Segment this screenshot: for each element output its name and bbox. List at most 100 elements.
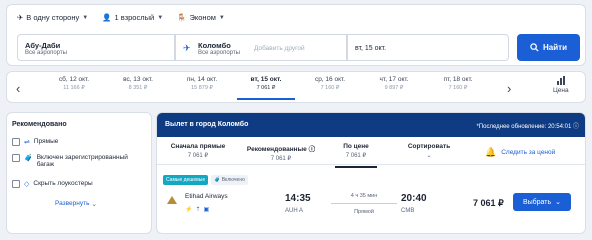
sort-label: Рекомендованные bbox=[246, 146, 307, 153]
luggage-icon: 🧳 bbox=[24, 155, 33, 162]
tag-icon: ◇ bbox=[24, 181, 30, 188]
passengers-select[interactable]: 👤 1 взрослый ▼ bbox=[102, 13, 163, 22]
date-option-selected[interactable]: вт, 15 окт. 7 061 ₽ bbox=[237, 76, 295, 100]
filter-hide-lowcost[interactable]: ◇ Скрыть лоукостеры bbox=[12, 180, 93, 188]
to-airports: Все аэропорты bbox=[198, 50, 240, 56]
plane-arrival-icon: ✈ bbox=[183, 43, 191, 53]
price-chart-button[interactable]: Цена bbox=[553, 76, 569, 94]
expand-label: Развернуть bbox=[55, 200, 90, 207]
chevron-right-icon[interactable]: › bbox=[507, 81, 511, 96]
power-icon: ⚡ bbox=[185, 207, 193, 213]
included-badge: 🧳 Включено bbox=[211, 175, 248, 185]
flight-price: 7 061 ₽ bbox=[473, 198, 504, 208]
filter-hide-lowcost-label: Скрыть лоукостеры bbox=[33, 180, 93, 187]
date-price: 8 351 ₽ bbox=[128, 85, 148, 91]
search-panel: ✈ В одну сторону ▼ 👤 1 взрослый ▼ 🪑 Экон… bbox=[6, 4, 586, 66]
select-label: Выбрать bbox=[522, 198, 552, 206]
result-tags: Самые дешевые 🧳 Включено bbox=[163, 175, 248, 185]
route-line bbox=[331, 203, 397, 204]
seat-icon: 🪑 bbox=[177, 13, 187, 22]
luggage-icon: 🧳 bbox=[214, 177, 221, 183]
info-icon: ⓘ bbox=[572, 124, 579, 130]
track-price-label: Следить за ценой bbox=[501, 149, 556, 156]
sort-direct-first[interactable]: Сначала прямые 7 061 ₽ bbox=[165, 143, 231, 159]
date-option[interactable]: пт, 18 окт. 7 160 ₽ bbox=[429, 76, 487, 91]
date-field[interactable]: вт, 15 окт. bbox=[347, 34, 509, 61]
chevron-down-icon: ▼ bbox=[157, 14, 164, 21]
bar-chart-icon bbox=[556, 76, 565, 85]
sort-menu[interactable]: Сортировать ⌄ bbox=[401, 143, 457, 159]
to-city: Коломбо bbox=[198, 41, 231, 50]
included-label: Включено bbox=[221, 177, 245, 183]
track-price-button[interactable]: 🔔 Следить за ценой bbox=[485, 147, 555, 158]
direct-flight-icon: ⇌ bbox=[24, 139, 30, 146]
expand-filters-button[interactable]: Развернуть ⌄ bbox=[55, 200, 97, 208]
date-label: ср, 16 окт. bbox=[314, 76, 346, 83]
search-icon bbox=[530, 43, 539, 52]
filter-direct[interactable]: ⇌ Прямые bbox=[12, 138, 58, 146]
date-option[interactable]: чт, 17 окт. 9 897 ₽ bbox=[365, 76, 423, 91]
results-title: Вылет в город Коломбо bbox=[165, 121, 249, 128]
date-price: 11 166 ₽ bbox=[63, 85, 85, 91]
date-label: пт, 18 окт. bbox=[443, 76, 473, 83]
bell-icon: 🔔 bbox=[485, 147, 497, 157]
to-field[interactable]: ✈ Коломбо Все аэропорты Добавить другой bbox=[175, 34, 347, 61]
date-label: пн, 14 окт. bbox=[186, 76, 218, 83]
departure-airport: AUH A bbox=[285, 208, 304, 214]
sort-recommended[interactable]: Рекомендованные ⓘ 7 061 ₽ bbox=[241, 143, 321, 162]
add-other-destination[interactable]: Добавить другой bbox=[254, 45, 305, 52]
search-options: ✈ В одну сторону ▼ 👤 1 взрослый ▼ 🪑 Экон… bbox=[17, 13, 225, 22]
filter-baggage[interactable]: 🧳 Включен зарегистрированный багаж bbox=[12, 154, 147, 168]
departure-time: 14:35 bbox=[285, 193, 311, 204]
select-flight-button[interactable]: Выбрать ⌄ bbox=[513, 193, 571, 211]
date-option[interactable]: пн, 14 окт. 15 879 ₽ bbox=[173, 76, 231, 91]
date-label: сб, 12 окт. bbox=[58, 76, 90, 83]
date-value: вт, 15 окт. bbox=[355, 45, 387, 52]
sort-label: Сортировать bbox=[407, 143, 451, 150]
info-icon: ⓘ bbox=[308, 146, 316, 153]
checkbox[interactable] bbox=[12, 138, 20, 146]
filter-baggage-label: Включен зарегистрированный багаж bbox=[36, 154, 128, 168]
arrival-time: 20:40 bbox=[401, 193, 427, 204]
date-option[interactable]: ср, 16 окт. 7 160 ₽ bbox=[301, 76, 359, 91]
arrival-airport: CMB bbox=[401, 208, 415, 214]
person-icon: 👤 bbox=[102, 13, 112, 22]
date-option[interactable]: вс, 13 окт. 8 351 ₽ bbox=[109, 76, 167, 91]
trip-type-label: В одну сторону bbox=[26, 13, 80, 22]
sort-value: 7 061 ₽ bbox=[345, 153, 367, 159]
flight-duration: 4 ч 35 мин bbox=[350, 193, 378, 199]
cabin-label: Эконом bbox=[189, 13, 216, 22]
airline-name: Etihad Airways bbox=[185, 193, 228, 200]
checkbox[interactable] bbox=[12, 154, 20, 162]
checkbox[interactable] bbox=[12, 180, 20, 188]
screen-icon: ▣ bbox=[203, 207, 210, 213]
date-label: вт, 15 окт. bbox=[250, 76, 282, 83]
date-label: чт, 17 окт. bbox=[379, 76, 409, 83]
date-price: 9 897 ₽ bbox=[384, 85, 404, 91]
date-price: 7 160 ₽ bbox=[320, 85, 340, 91]
sort-by-price[interactable]: По цене 7 061 ₽ bbox=[327, 143, 385, 168]
sort-value: 7 061 ₽ bbox=[187, 153, 209, 159]
wifi-icon: ⇡ bbox=[195, 207, 201, 213]
stops-info: Прямой bbox=[354, 209, 374, 215]
results-panel: Вылет в город Коломбо *Последнее обновле… bbox=[156, 112, 586, 234]
results-header: Вылет в город Коломбо *Последнее обновле… bbox=[157, 113, 585, 137]
airline-logo bbox=[167, 196, 177, 204]
date-price: 15 879 ₽ bbox=[191, 85, 213, 91]
chevron-down-icon: ⌄ bbox=[426, 153, 432, 159]
chevron-down-icon: ▼ bbox=[218, 14, 225, 21]
from-airports: Все аэропорты bbox=[25, 50, 67, 56]
cheapest-badge: Самые дешевые bbox=[163, 175, 209, 185]
cabin-select[interactable]: 🪑 Эконом ▼ bbox=[177, 13, 225, 22]
from-city: Абу-Даби bbox=[25, 41, 61, 50]
chevron-left-icon[interactable]: ‹ bbox=[16, 81, 20, 96]
trip-type-select[interactable]: ✈ В одну сторону ▼ bbox=[17, 13, 88, 22]
date-price: 7 061 ₽ bbox=[256, 85, 276, 91]
date-option[interactable]: сб, 12 окт. 11 166 ₽ bbox=[45, 76, 103, 91]
find-button[interactable]: Найти bbox=[517, 34, 580, 61]
sort-label: Сначала прямые bbox=[170, 143, 226, 150]
filters-title: Рекомендовано bbox=[12, 121, 67, 128]
last-update: *Последнее обновление: 20:54:01 ⓘ bbox=[476, 121, 579, 130]
chevron-down-icon: ⌄ bbox=[555, 199, 562, 206]
from-field[interactable]: Абу-Даби Все аэропорты bbox=[17, 34, 175, 61]
